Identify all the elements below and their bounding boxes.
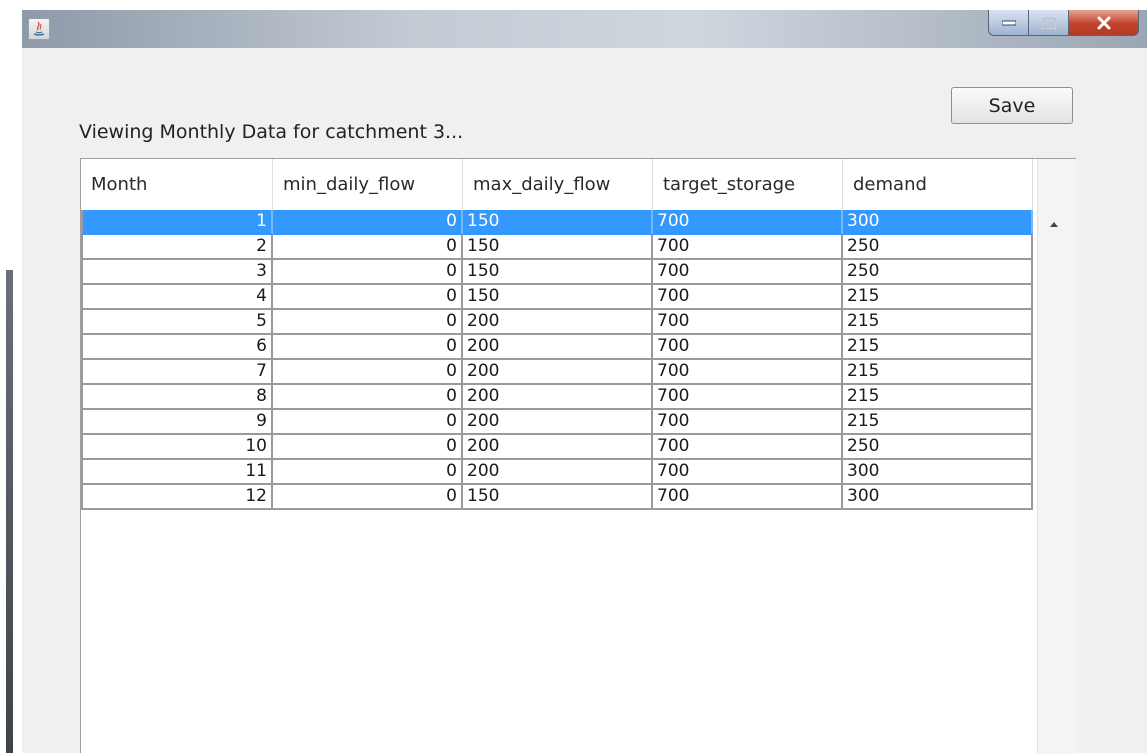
table-cell-demand[interactable]: 215 bbox=[843, 360, 1033, 385]
monthly-data-table[interactable]: Month min_daily_flow max_daily_flow targ… bbox=[80, 158, 1076, 754]
table-cell-month[interactable]: 9 bbox=[81, 410, 273, 435]
table-cell-max-daily-flow[interactable]: 200 bbox=[463, 385, 653, 410]
table-cell-target-storage[interactable]: 700 bbox=[653, 385, 843, 410]
table-cell-demand[interactable]: 250 bbox=[843, 260, 1033, 285]
table-row[interactable]: 12 0 150 700 300 bbox=[81, 485, 1033, 510]
table-cell-target-storage[interactable]: 700 bbox=[653, 260, 843, 285]
table-cell-min-daily-flow[interactable]: 0 bbox=[273, 310, 463, 335]
table-cell-max-daily-flow[interactable]: 200 bbox=[463, 435, 653, 460]
table-cell-demand[interactable]: 215 bbox=[843, 385, 1033, 410]
table-row[interactable]: 8 0 200 700 215 bbox=[81, 385, 1033, 410]
table-cell-target-storage[interactable]: 700 bbox=[653, 285, 843, 310]
table-cell-demand[interactable]: 215 bbox=[843, 285, 1033, 310]
window-controls bbox=[988, 10, 1139, 40]
table-cell-demand[interactable]: 300 bbox=[843, 210, 1033, 235]
table-cell-min-daily-flow[interactable]: 0 bbox=[273, 360, 463, 385]
table-cell-max-daily-flow[interactable]: 200 bbox=[463, 460, 653, 485]
table-cell-month[interactable]: 3 bbox=[81, 260, 273, 285]
column-header-demand[interactable]: demand bbox=[843, 159, 1033, 210]
maximize-icon bbox=[1041, 16, 1056, 29]
java-app-icon[interactable] bbox=[28, 18, 50, 40]
table-cell-month[interactable]: 10 bbox=[81, 435, 273, 460]
minimize-button[interactable] bbox=[988, 10, 1029, 36]
table-cell-month[interactable]: 5 bbox=[81, 310, 273, 335]
table-cell-target-storage[interactable]: 700 bbox=[653, 335, 843, 360]
table-body: 1 0 150 700 300 2 0 150 700 250 3 0 150 700 250 4 0 150 70… bbox=[81, 210, 1033, 510]
table-cell-max-daily-flow[interactable]: 200 bbox=[463, 310, 653, 335]
background-window-frame bbox=[6, 270, 13, 753]
table-cell-demand[interactable]: 215 bbox=[843, 310, 1033, 335]
table-row[interactable]: 6 0 200 700 215 bbox=[81, 335, 1033, 360]
table-cell-month[interactable]: 8 bbox=[81, 385, 273, 410]
column-header-max-daily-flow[interactable]: max_daily_flow bbox=[463, 159, 653, 210]
table-cell-target-storage[interactable]: 700 bbox=[653, 410, 843, 435]
table-cell-target-storage[interactable]: 700 bbox=[653, 460, 843, 485]
table-cell-max-daily-flow[interactable]: 150 bbox=[463, 210, 653, 235]
table-cell-max-daily-flow[interactable]: 150 bbox=[463, 260, 653, 285]
table-cell-target-storage[interactable]: 700 bbox=[653, 435, 843, 460]
table-cell-min-daily-flow[interactable]: 0 bbox=[273, 335, 463, 360]
table-row[interactable]: 3 0 150 700 250 bbox=[81, 260, 1033, 285]
minimize-icon bbox=[1001, 20, 1016, 25]
table-row[interactable]: 10 0 200 700 250 bbox=[81, 435, 1033, 460]
table-row[interactable]: 9 0 200 700 215 bbox=[81, 410, 1033, 435]
column-header-target-storage[interactable]: target_storage bbox=[653, 159, 843, 210]
table-cell-month[interactable]: 2 bbox=[81, 235, 273, 260]
table-cell-min-daily-flow[interactable]: 0 bbox=[273, 410, 463, 435]
maximize-button[interactable] bbox=[1029, 10, 1069, 36]
table-cell-demand[interactable]: 300 bbox=[843, 460, 1033, 485]
table-cell-min-daily-flow[interactable]: 0 bbox=[273, 435, 463, 460]
table-cell-demand[interactable]: 250 bbox=[843, 235, 1033, 260]
table-cell-target-storage[interactable]: 700 bbox=[653, 210, 843, 235]
page-title: Viewing Monthly Data for catchment 3... bbox=[79, 121, 464, 143]
table-cell-max-daily-flow[interactable]: 150 bbox=[463, 285, 653, 310]
table-cell-target-storage[interactable]: 700 bbox=[653, 310, 843, 335]
table-cell-month[interactable]: 7 bbox=[81, 360, 273, 385]
table-row[interactable]: 11 0 200 700 300 bbox=[81, 460, 1033, 485]
table-cell-max-daily-flow[interactable]: 150 bbox=[463, 485, 653, 510]
column-header-min-daily-flow[interactable]: min_daily_flow bbox=[273, 159, 463, 210]
table-cell-min-daily-flow[interactable]: 0 bbox=[273, 460, 463, 485]
table-header: Month min_daily_flow max_daily_flow targ… bbox=[81, 159, 1033, 210]
table-cell-min-daily-flow[interactable]: 0 bbox=[273, 235, 463, 260]
save-button[interactable]: Save bbox=[951, 87, 1073, 124]
table-cell-max-daily-flow[interactable]: 200 bbox=[463, 335, 653, 360]
table-cell-month[interactable]: 11 bbox=[81, 460, 273, 485]
table-row[interactable]: 2 0 150 700 250 bbox=[81, 235, 1033, 260]
table-cell-target-storage[interactable]: 700 bbox=[653, 235, 843, 260]
background-window-edge bbox=[0, 0, 22, 753]
close-button[interactable] bbox=[1069, 10, 1139, 36]
table-cell-min-daily-flow[interactable]: 0 bbox=[273, 260, 463, 285]
title-bar[interactable] bbox=[22, 10, 1147, 48]
table-cell-max-daily-flow[interactable]: 200 bbox=[463, 360, 653, 385]
table-cell-min-daily-flow[interactable]: 0 bbox=[273, 210, 463, 235]
table-cell-demand[interactable]: 300 bbox=[843, 485, 1033, 510]
close-icon bbox=[1097, 16, 1110, 29]
scroll-up-arrow-icon[interactable] bbox=[1050, 222, 1058, 227]
table-cell-month[interactable]: 4 bbox=[81, 285, 273, 310]
table-cell-max-daily-flow[interactable]: 200 bbox=[463, 410, 653, 435]
table-cell-target-storage[interactable]: 700 bbox=[653, 485, 843, 510]
table-cell-month[interactable]: 6 bbox=[81, 335, 273, 360]
table-cell-max-daily-flow[interactable]: 150 bbox=[463, 235, 653, 260]
table-cell-min-daily-flow[interactable]: 0 bbox=[273, 285, 463, 310]
table-cell-min-daily-flow[interactable]: 0 bbox=[273, 485, 463, 510]
table-row[interactable]: 5 0 200 700 215 bbox=[81, 310, 1033, 335]
column-header-month[interactable]: Month bbox=[81, 159, 273, 210]
table-cell-demand[interactable]: 250 bbox=[843, 435, 1033, 460]
table-row[interactable]: 1 0 150 700 300 bbox=[81, 210, 1033, 235]
table-cell-demand[interactable]: 215 bbox=[843, 335, 1033, 360]
table-cell-month[interactable]: 12 bbox=[81, 485, 273, 510]
table-row[interactable]: 4 0 150 700 215 bbox=[81, 285, 1033, 310]
table-cell-target-storage[interactable]: 700 bbox=[653, 360, 843, 385]
table-cell-demand[interactable]: 215 bbox=[843, 410, 1033, 435]
table-cell-month[interactable]: 1 bbox=[81, 210, 273, 235]
table-row[interactable]: 7 0 200 700 215 bbox=[81, 360, 1033, 385]
content-panel: Viewing Monthly Data for catchment 3... … bbox=[22, 48, 1147, 754]
table-cell-min-daily-flow[interactable]: 0 bbox=[273, 385, 463, 410]
vertical-scrollbar[interactable] bbox=[1037, 159, 1076, 754]
monthly-data-window: Viewing Monthly Data for catchment 3... … bbox=[22, 0, 1147, 754]
